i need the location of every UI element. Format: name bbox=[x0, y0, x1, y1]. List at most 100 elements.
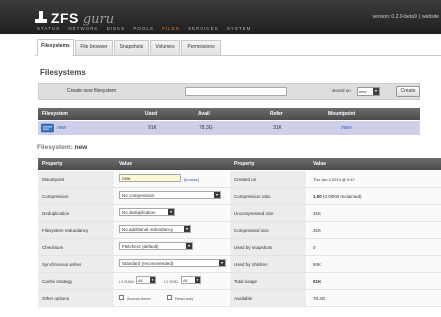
filesystem-redundancy-label: Filesystem redundancy bbox=[42, 228, 89, 233]
l2-ssd-label: L2 SSD: bbox=[164, 279, 179, 284]
used-by-children-value: 60K bbox=[313, 262, 322, 267]
logo[interactable]: ZFS guru bbox=[35, 11, 114, 27]
l1-cache-value: All bbox=[138, 278, 143, 283]
chevron-down-icon: ▼ bbox=[168, 209, 174, 215]
properties-table-header: Property Value Property Value bbox=[38, 158, 441, 170]
used-by-snapshots-label: Used by snapshots bbox=[234, 245, 273, 250]
new-filesystem-name-input[interactable] bbox=[185, 87, 287, 96]
chevron-down-icon: ▼ bbox=[219, 260, 225, 266]
mountpoint-input[interactable]: new bbox=[119, 174, 181, 182]
checksum-select-value: Fletcher2 (default) bbox=[122, 244, 159, 249]
zfs-logo-icon bbox=[35, 11, 47, 23]
nav-services[interactable]: SERVICES bbox=[188, 26, 219, 31]
table-row: Mountpoint new [browse] Created on Thu J… bbox=[38, 171, 441, 188]
checksum-select[interactable]: Fletcher2 (default) ▼ bbox=[119, 242, 193, 250]
used-by-children-label: Used by children bbox=[234, 262, 268, 267]
filesystem-refer: 31K bbox=[273, 125, 282, 131]
create-button[interactable]: Create bbox=[396, 86, 420, 97]
table-row: Checksum Fletcher2 (default) ▼ Used by s… bbox=[38, 239, 441, 256]
filesystem-avail: 78.3G bbox=[199, 125, 213, 131]
tab-volumes[interactable]: Volumes bbox=[150, 40, 180, 55]
chevron-down-icon: ▼ bbox=[214, 192, 220, 198]
col-mountpoint: Mountpoint bbox=[328, 111, 356, 117]
col-value-right: Value bbox=[313, 161, 327, 167]
created-on-value: Thu Jan 4 2013 @ 9:47 bbox=[313, 177, 355, 182]
created-on-label: Created on bbox=[234, 177, 257, 182]
redundancy-select[interactable]: No additional redundancy ▼ bbox=[119, 225, 191, 233]
col-property-right: Property bbox=[234, 161, 255, 167]
compression-select[interactable]: No compression ▼ bbox=[119, 191, 221, 199]
table-row: Filesystem redundancy No additional redu… bbox=[38, 222, 441, 239]
top-navigation: STATUS NETWORK DISKS POOLS FILES SERVICE… bbox=[37, 26, 257, 31]
uncompressed-size-label: Uncompressed size bbox=[234, 211, 274, 216]
table-row: Other options Access times Read-only Ava… bbox=[38, 290, 441, 307]
filesystem-table-header: Filesystem Used Avail Refer Mountpoint bbox=[38, 108, 420, 120]
compression-ratio-label: Compression ratio bbox=[234, 194, 271, 199]
col-value-left: Value bbox=[119, 161, 133, 167]
nav-files[interactable]: FILES bbox=[162, 26, 180, 31]
version-info: version: 0.2.0-beta9 | website bbox=[372, 14, 439, 20]
available-value: 78.3G bbox=[313, 296, 326, 301]
compression-ratio-number: 1.00 bbox=[313, 194, 322, 199]
tab-filesystems[interactable]: Filesystems bbox=[37, 39, 74, 56]
table-row: Cache strategy L1 RAM: All ▼ L2 SSD: All… bbox=[38, 273, 441, 290]
nav-network[interactable]: NETWORK bbox=[68, 26, 98, 31]
read-only-checkbox[interactable] bbox=[167, 295, 172, 300]
nav-disks[interactable]: DISKS bbox=[107, 26, 126, 31]
col-used: Used bbox=[145, 111, 158, 117]
chevron-down-icon: ▼ bbox=[195, 277, 200, 283]
logo-zfs-text: ZFS bbox=[50, 10, 79, 26]
tab-snapshots[interactable]: Snapshots bbox=[114, 40, 149, 55]
tab-permissions[interactable]: Permissions bbox=[181, 40, 221, 55]
filesystem-mountpoint[interactable]: /new bbox=[341, 125, 352, 131]
filesystem-detail-name: new bbox=[74, 144, 88, 151]
cache-strategy-label: Cache strategy bbox=[42, 279, 73, 284]
nav-status[interactable]: STATUS bbox=[37, 26, 60, 31]
nav-system[interactable]: SYSTEM bbox=[227, 26, 252, 31]
table-row[interactable]: new 91K 78.3G 31K /new bbox=[38, 121, 420, 135]
compressed-size-value: 31K bbox=[313, 228, 322, 233]
filesystem-used: 91K bbox=[148, 125, 157, 131]
read-only-label: Read-only bbox=[175, 296, 194, 301]
sync-select-value: Standard (recommended) bbox=[122, 261, 174, 266]
other-options-label: Other options bbox=[42, 296, 70, 301]
tab-bar: Filesystems File browser Snapshots Volum… bbox=[35, 38, 441, 56]
l2-cache-value: All bbox=[183, 278, 188, 283]
l1-ram-label: L1 RAM: bbox=[119, 279, 135, 284]
used-by-snapshots-value: 0 bbox=[313, 245, 316, 250]
available-label: Available bbox=[234, 296, 253, 301]
l2-cache-select[interactable]: All ▼ bbox=[181, 276, 201, 284]
version-text: version: 0.2.0-beta9 bbox=[372, 14, 417, 20]
access-times-label: Access times bbox=[127, 296, 151, 301]
col-property-left: Property bbox=[42, 161, 63, 167]
compression-ratio-value: 1.00 (0.00KB reclaimed) bbox=[313, 194, 362, 199]
filesystem-name-link[interactable]: new bbox=[57, 125, 66, 131]
deduplication-select-value: No deduplication bbox=[122, 210, 156, 215]
stored-on-label: stored on bbox=[332, 88, 351, 93]
access-times-checkbox[interactable] bbox=[119, 295, 124, 300]
col-refer: Refer bbox=[270, 111, 283, 117]
compressed-size-label: Compressed size bbox=[234, 228, 269, 233]
checksum-label: Checksum bbox=[42, 245, 64, 250]
redundancy-select-value: No additional redundancy bbox=[122, 227, 174, 232]
sync-select[interactable]: Standard (recommended) ▼ bbox=[119, 259, 226, 267]
create-filesystem-label: Create new filesystem bbox=[67, 88, 117, 94]
browse-link[interactable]: [browse] bbox=[184, 177, 199, 182]
tab-file-browser[interactable]: File browser bbox=[75, 40, 113, 55]
chevron-down-icon: ▼ bbox=[150, 277, 155, 283]
deduplication-label: Deduplication bbox=[42, 211, 70, 216]
total-usage-value: 91K bbox=[313, 279, 322, 284]
filesystem-detail-prefix: Filesystem: bbox=[37, 144, 73, 151]
compression-ratio-reclaimed: (0.00KB reclaimed) bbox=[321, 194, 362, 199]
table-row: Deduplication No deduplication ▼ Uncompr… bbox=[38, 205, 441, 222]
filesystem-detail-title: Filesystem: new bbox=[37, 144, 87, 151]
filesystem-icon bbox=[41, 123, 54, 133]
col-filesystem: Filesystem bbox=[42, 111, 68, 117]
nav-pools[interactable]: POOLS bbox=[133, 26, 154, 31]
mountpoint-label: Mountpoint bbox=[42, 177, 65, 182]
pool-select[interactable]: new ▼ bbox=[357, 87, 380, 96]
page: ZFS guru version: 0.2.0-beta9 | website STA… bbox=[0, 0, 441, 317]
website-link[interactable]: website bbox=[422, 14, 439, 20]
deduplication-select[interactable]: No deduplication ▼ bbox=[119, 208, 175, 216]
l1-cache-select[interactable]: All ▼ bbox=[136, 276, 156, 284]
